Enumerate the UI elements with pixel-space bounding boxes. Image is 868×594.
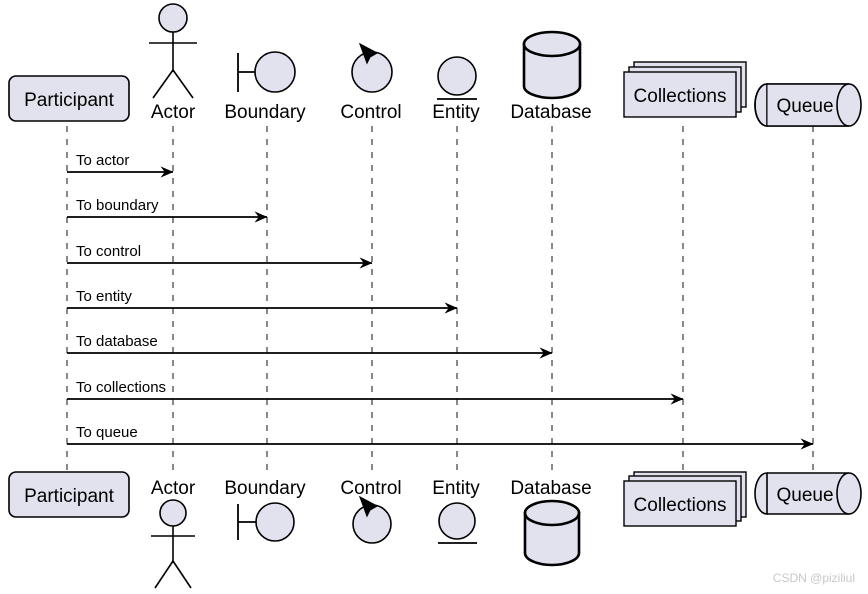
messages-group: To actor To boundary To control To entit… [67, 152, 814, 450]
participant-foot-database[interactable]: Database [510, 478, 592, 567]
participant-foot-actor[interactable]: Actor [151, 478, 196, 589]
message-to-actor[interactable]: To actor [67, 152, 174, 178]
participant-head-actor[interactable]: Actor [149, 3, 197, 123]
actor-label-top: Actor [151, 102, 196, 123]
participant-foot-participant[interactable]: Participant [8, 471, 130, 518]
entity-label-top: Entity [432, 102, 480, 123]
database-label-top: Database [510, 102, 591, 123]
control-label-top: Control [340, 102, 401, 123]
collections-label-top: Collections [634, 86, 727, 107]
message-label: To database [76, 333, 158, 350]
message-label: To queue [76, 424, 138, 441]
message-label: To boundary [76, 197, 159, 214]
stick-figure-icon [149, 3, 197, 99]
boundary-icon [237, 51, 296, 93]
control-circle-arrow-icon [352, 495, 392, 544]
message-label: To actor [76, 152, 129, 169]
message-to-boundary[interactable]: To boundary [67, 197, 268, 223]
message-to-control[interactable]: To control [67, 243, 373, 269]
participant-head-participant[interactable]: Participant [8, 75, 130, 122]
boundary-label-top: Boundary [224, 102, 306, 123]
control-circle-arrow-icon [351, 42, 393, 93]
participant-foot-queue[interactable]: Queue [754, 472, 862, 515]
entity-circle-underline-icon [437, 56, 477, 100]
database-label-bottom: Database [510, 478, 591, 499]
watermark-label: CSDN @piziliul [773, 571, 855, 585]
participant-head-queue[interactable]: Queue [754, 83, 862, 127]
message-label: To control [76, 243, 141, 260]
entity-label-bottom: Entity [432, 478, 480, 499]
queue-label-bottom: Queue [776, 485, 833, 506]
participant-head-collections[interactable]: Collections [623, 61, 747, 118]
participant-foot-boundary[interactable]: Boundary [224, 478, 306, 542]
database-cylinder-icon [523, 499, 581, 567]
participant-foot-collections[interactable]: Collections [623, 471, 747, 527]
participant-head-boundary[interactable]: Boundary [224, 51, 306, 123]
boundary-label-bottom: Boundary [224, 478, 306, 499]
message-to-entity[interactable]: To entity [67, 288, 458, 314]
participant-head-entity[interactable]: Entity [432, 56, 480, 123]
participant-foot-control[interactable]: Control [340, 478, 402, 544]
participant-label-bottom: Participant [24, 486, 114, 507]
message-to-collections[interactable]: To collections [67, 379, 684, 405]
message-to-database[interactable]: To database [67, 333, 553, 359]
stick-figure-icon [151, 499, 195, 589]
actor-label-bottom: Actor [151, 478, 196, 499]
diagram-svg: Participant Actor Boundary Control Entit… [8, 3, 862, 589]
participant-label-top: Participant [24, 90, 114, 111]
participant-foot-entity[interactable]: Entity [432, 478, 480, 544]
sequence-diagram-canvas: Participant Actor Boundary Control Entit… [0, 0, 868, 594]
boundary-icon [237, 502, 295, 542]
control-label-bottom: Control [340, 478, 401, 499]
message-label: To entity [76, 288, 132, 305]
message-label: To collections [76, 379, 166, 396]
queue-label-top: Queue [776, 96, 833, 117]
entity-circle-underline-icon [438, 502, 477, 544]
database-cylinder-icon [522, 30, 582, 100]
participant-head-database[interactable]: Database [510, 30, 592, 123]
message-to-queue[interactable]: To queue [67, 424, 814, 450]
collections-label-bottom: Collections [634, 495, 727, 516]
participant-head-control[interactable]: Control [340, 42, 402, 123]
lifelines-group [66, 126, 814, 470]
